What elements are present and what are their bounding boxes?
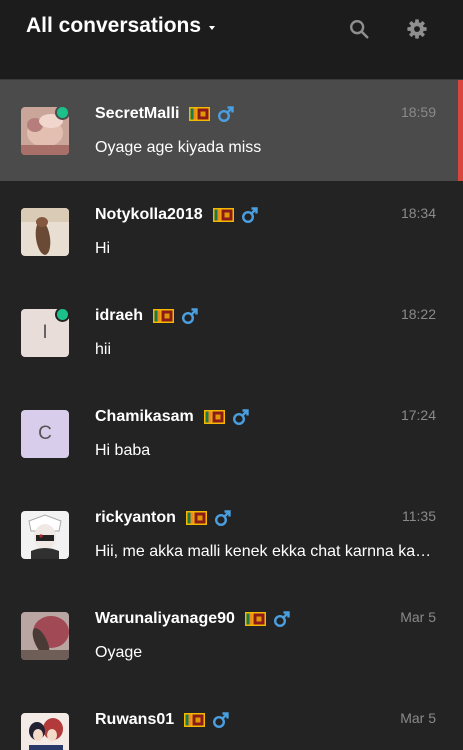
name-line: Chamikasam (95, 407, 250, 427)
avatar (21, 511, 69, 559)
sri-lanka-flag-icon (184, 713, 206, 727)
avatar (21, 713, 69, 750)
name-line: Warunaliyanage90 (95, 609, 291, 629)
message-time: 18:59 (400, 104, 436, 120)
sri-lanka-flag-icon (212, 208, 234, 222)
message-time: 11:35 (402, 508, 436, 524)
message-preview: Hi (95, 240, 111, 257)
name-line: SecretMalli (95, 104, 235, 124)
username: Warunaliyanage90 (95, 610, 235, 627)
username: Chamikasam (95, 408, 194, 425)
online-indicator (55, 307, 70, 322)
avatar-letter: C (38, 423, 52, 444)
message-preview: hii (95, 341, 112, 358)
sri-lanka-flag-icon (244, 612, 266, 626)
sri-lanka-flag-icon (153, 309, 175, 323)
conversation-row[interactable]: SecretMalli 18:59 Oyage age kiyada miss (0, 80, 463, 181)
name-line: Notykolla2018 (95, 205, 259, 225)
conversation-row[interactable]: Iidraeh 18:22 hii (0, 282, 463, 383)
male-gender-icon (273, 611, 290, 628)
avatar (21, 612, 69, 660)
message-time: 18:34 (400, 205, 436, 221)
message-preview: Hi baba (95, 442, 151, 459)
active-indicator-bar (458, 80, 463, 181)
male-gender-icon (241, 207, 258, 224)
header-title: All conversations (26, 14, 202, 37)
username: idraeh (95, 307, 144, 324)
username: Notykolla2018 (95, 206, 203, 223)
avatar: C (21, 410, 69, 458)
gear-icon[interactable] (406, 18, 428, 40)
name-line: Ruwans01 (95, 710, 230, 730)
message-time: 17:24 (400, 407, 436, 423)
conversation-row[interactable]: Warunaliyanage90 Mar 5 Oyage (0, 585, 463, 686)
message-time: Mar 5 (400, 609, 436, 625)
male-gender-icon (232, 409, 249, 426)
sri-lanka-flag-icon (203, 410, 225, 424)
male-gender-icon (214, 510, 231, 527)
message-time: Mar 5 (400, 710, 436, 726)
username: SecretMalli (95, 105, 180, 122)
conversation-row[interactable]: rickyanton 11:35 Hii, me akka malli kenek … (0, 484, 463, 585)
message-preview: Hii, me akka malli kenek ekka chat karnn… (95, 543, 435, 560)
message-preview: Oyage age kiyada miss (95, 139, 262, 156)
male-gender-icon (218, 106, 235, 123)
message-time: 18:22 (400, 306, 436, 322)
sri-lanka-flag-icon (189, 107, 211, 121)
conversation-row[interactable]: Ruwans01 Mar 5 (0, 686, 463, 750)
conversation-filter-dropdown[interactable]: All conversations (26, 14, 216, 38)
conversation-row[interactable]: Notykolla2018 18:34 Hi (0, 181, 463, 282)
search-icon[interactable] (348, 18, 370, 40)
username: Ruwans01 (95, 711, 175, 728)
username: rickyanton (95, 509, 176, 526)
avatar (21, 208, 69, 256)
message-preview: Oyage (95, 644, 143, 661)
sri-lanka-flag-icon (185, 511, 207, 525)
avatar-letter: I (42, 322, 48, 343)
conversations-header: All conversations (0, 0, 463, 80)
conversation-row[interactable]: C Chamikasam 17:24 Hi baba (0, 383, 463, 484)
online-indicator (55, 105, 70, 120)
conversation-list: SecretMalli 18:59 Oyage age kiyada miss Not… (0, 80, 463, 750)
caret-down-icon (209, 25, 216, 30)
male-gender-icon (213, 712, 229, 729)
name-line: idraeh (95, 306, 199, 326)
name-line: rickyanton (95, 508, 232, 528)
male-gender-icon (182, 308, 198, 325)
